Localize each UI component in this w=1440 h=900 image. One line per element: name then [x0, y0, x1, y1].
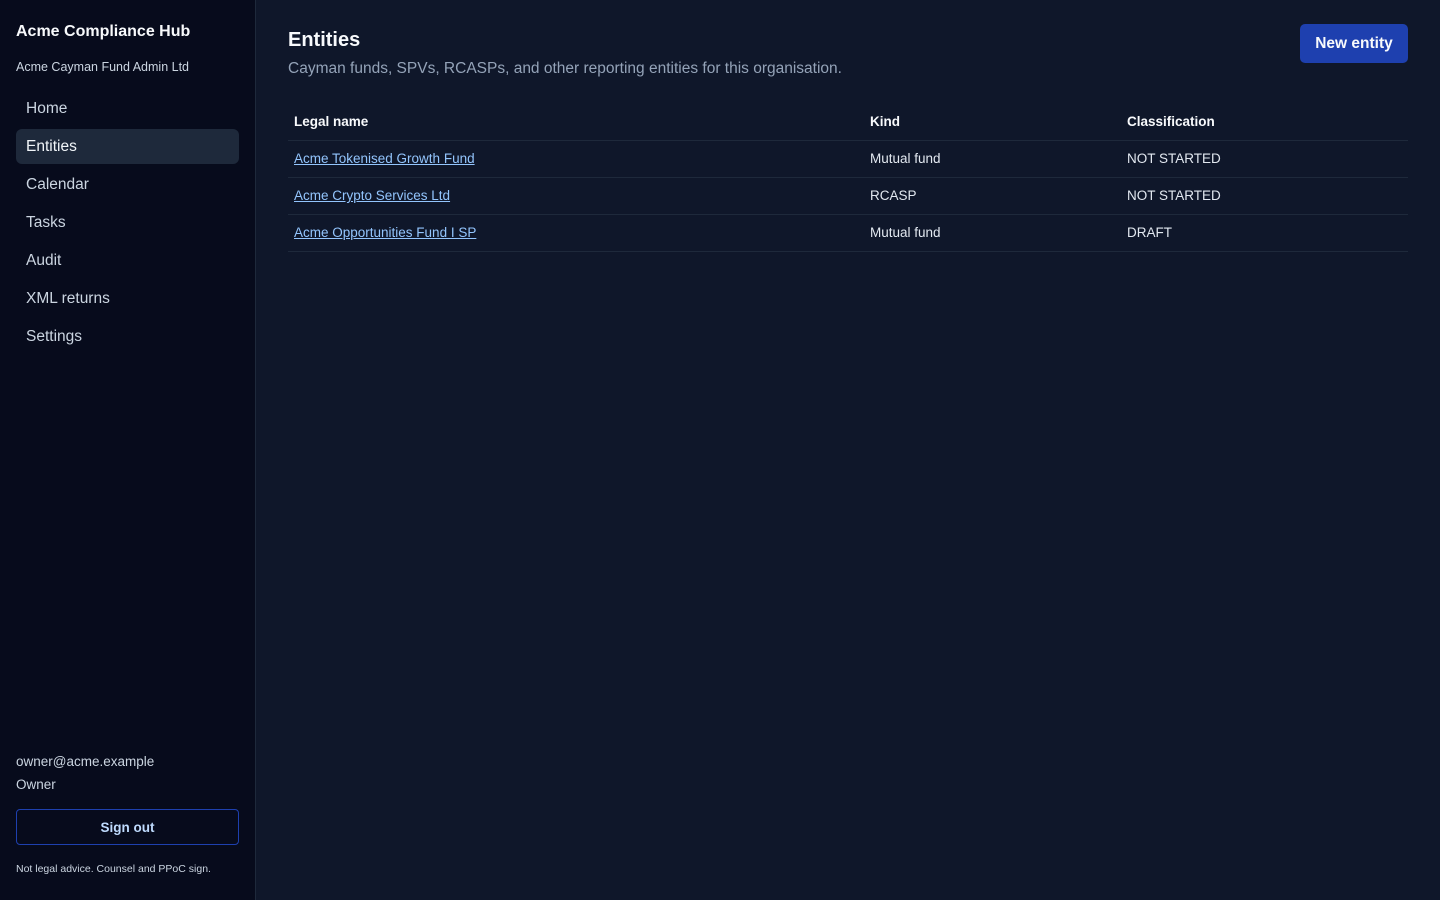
entity-link[interactable]: Acme Opportunities Fund I SP	[294, 225, 476, 240]
sidebar: Acme Compliance Hub Acme Cayman Fund Adm…	[0, 0, 256, 900]
table-row: Acme Crypto Services Ltd RCASP NOT START…	[288, 177, 1408, 215]
legal-disclaimer: Not legal advice. Counsel and PPoC sign.	[16, 863, 211, 875]
organisation-name: Acme Cayman Fund Admin Ltd	[16, 60, 189, 74]
column-header-legal-name: Legal name	[288, 103, 864, 141]
entity-kind: Mutual fund	[864, 140, 1121, 178]
sidebar-item-settings[interactable]: Settings	[16, 319, 239, 354]
sidebar-footer: owner@acme.example Owner Sign out Not le…	[16, 753, 239, 876]
sidebar-item-home[interactable]: Home	[16, 91, 239, 126]
sign-out-button[interactable]: Sign out	[16, 809, 239, 845]
entity-kind: RCASP	[864, 177, 1121, 215]
sidebar-item-entities[interactable]: Entities	[16, 129, 239, 164]
sidebar-item-xml-returns[interactable]: XML returns	[16, 281, 239, 316]
sidebar-item-tasks[interactable]: Tasks	[16, 205, 239, 240]
main-content: Entities Cayman funds, SPVs, RCASPs, and…	[256, 0, 1440, 900]
page-title: Entities	[288, 29, 361, 51]
entity-classification: DRAFT	[1121, 214, 1408, 252]
entity-link[interactable]: Acme Tokenised Growth Fund	[294, 151, 475, 166]
entity-classification: NOT STARTED	[1121, 140, 1408, 178]
page-subtitle: Cayman funds, SPVs, RCASPs, and other re…	[288, 60, 842, 77]
column-header-classification: Classification	[1121, 103, 1408, 141]
sidebar-item-calendar[interactable]: Calendar	[16, 167, 239, 202]
sidebar-nav: Home Entities Calendar Tasks Audit XML r…	[16, 91, 239, 354]
table-row: Acme Opportunities Fund I SP Mutual fund…	[288, 214, 1408, 252]
table-header-row: Legal name Kind Classification	[288, 103, 1408, 141]
entity-classification: NOT STARTED	[1121, 177, 1408, 215]
column-header-kind: Kind	[864, 103, 1121, 141]
table-row: Acme Tokenised Growth Fund Mutual fund N…	[288, 140, 1408, 178]
user-email: owner@acme.example	[16, 754, 155, 769]
entity-kind: Mutual fund	[864, 214, 1121, 252]
entity-link[interactable]: Acme Crypto Services Ltd	[294, 188, 450, 203]
user-role: Owner	[16, 777, 56, 792]
entities-table: Legal name Kind Classification Acme Toke…	[288, 103, 1408, 252]
app-shell: Acme Compliance Hub Acme Cayman Fund Adm…	[0, 0, 1440, 900]
app-title: Acme Compliance Hub	[16, 23, 191, 40]
sidebar-item-audit[interactable]: Audit	[16, 243, 239, 278]
new-entity-button[interactable]: New entity	[1300, 24, 1408, 63]
